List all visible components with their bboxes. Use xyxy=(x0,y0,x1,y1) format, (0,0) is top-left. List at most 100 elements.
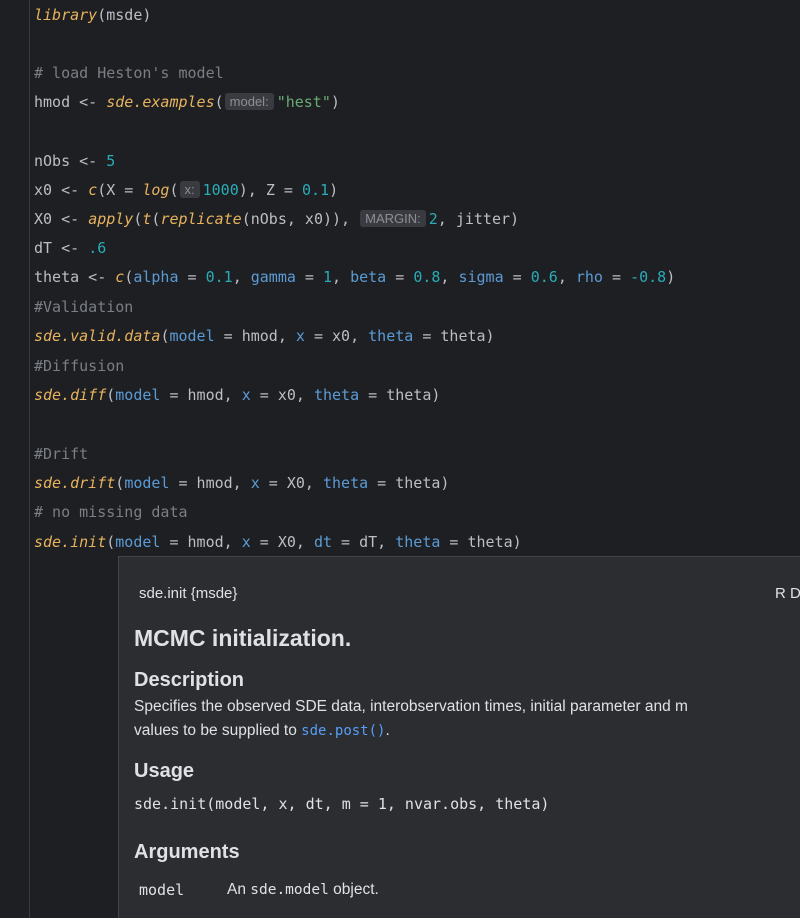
code-comment: # load Heston's model xyxy=(34,64,224,82)
named-argument: beta xyxy=(350,268,387,286)
code-text: = theta) xyxy=(368,474,450,492)
code-line-17[interactable]: sde.drift(model = hmod, x = X0, theta = … xyxy=(34,472,449,494)
code-line-19[interactable]: sde.init(model = hmod, x = X0, dt = dT, … xyxy=(34,531,522,553)
code-line-14[interactable]: sde.diff(model = hmod, x = x0, theta = t… xyxy=(34,384,440,406)
named-argument: model xyxy=(124,474,170,492)
code-text: = X0, xyxy=(250,533,314,551)
function-call: c xyxy=(88,181,98,199)
code-text: X0 <- xyxy=(34,210,89,228)
function-call: log xyxy=(142,181,170,199)
code-line-7[interactable]: x0 <- c(X = log(x: 1000), Z = 0.1) xyxy=(34,179,338,201)
code-text: = theta) xyxy=(413,327,495,345)
code-line-16[interactable]: #Drift xyxy=(34,443,88,465)
code-text: ( xyxy=(115,474,125,492)
code-line-8[interactable]: X0 <- apply(t(replicate(nObs, x0)), MARG… xyxy=(34,208,519,230)
code-text: = xyxy=(386,268,414,286)
code-line-12[interactable]: sde.valid.data(model = hmod, x = x0, the… xyxy=(34,325,495,347)
number-literal: 1000 xyxy=(202,181,239,199)
code-comment: #Drift xyxy=(34,445,89,463)
code-text: = xyxy=(602,268,631,286)
named-argument: rho xyxy=(575,268,603,286)
named-argument: alpha xyxy=(133,268,179,286)
code-text: (X = xyxy=(97,181,143,199)
parameter-hint: model: xyxy=(224,93,274,110)
code-line-9[interactable]: dT <- .6 xyxy=(34,237,106,259)
code-line-1[interactable]: library(msde) xyxy=(34,4,151,26)
function-call: library xyxy=(34,6,98,24)
named-argument: theta xyxy=(368,327,414,345)
named-argument: sigma xyxy=(458,268,504,286)
doc-usage-heading: Usage xyxy=(134,760,195,782)
code-text: x0 <- xyxy=(34,181,89,199)
editor-gutter xyxy=(0,0,30,918)
code-text: , xyxy=(232,268,251,286)
number-literal: 2 xyxy=(428,210,438,228)
code-text: = x0, xyxy=(250,386,314,404)
number-literal: .6 xyxy=(88,239,107,257)
code-text: = xyxy=(503,268,531,286)
code-editor[interactable]: library(msde) # load Heston's model hmod… xyxy=(0,0,800,918)
named-argument: x xyxy=(241,386,251,404)
code-text: ( xyxy=(124,268,134,286)
parameter-hint: MARGIN: xyxy=(360,210,426,227)
function-call: sde.init xyxy=(34,533,107,551)
code-text: = X0, xyxy=(259,474,323,492)
function-call: sde.examples xyxy=(106,93,215,111)
doc-text: values to be supplied to xyxy=(134,722,302,739)
code-text: = hmod, xyxy=(169,474,251,492)
named-argument: model xyxy=(115,386,161,404)
code-text: = xyxy=(295,268,323,286)
named-argument: x xyxy=(295,327,305,345)
code-text: nObs <- xyxy=(34,152,107,170)
code-text: ) xyxy=(329,181,339,199)
code-text: , jitter) xyxy=(437,210,520,228)
code-line-3[interactable]: # load Heston's model xyxy=(34,62,224,84)
code-line-13[interactable]: #Diffusion xyxy=(34,355,124,377)
code-line-6[interactable]: nObs <- 5 xyxy=(34,150,115,172)
doc-description-heading: Description xyxy=(134,669,245,691)
number-literal: -0.8 xyxy=(630,268,667,286)
number-literal: 1 xyxy=(323,268,333,286)
named-argument: theta xyxy=(323,474,369,492)
named-argument: model xyxy=(169,327,215,345)
code-text: = hmod, xyxy=(160,386,242,404)
doc-arg-description: An sde.model object. xyxy=(227,881,379,899)
string-literal: "hest" xyxy=(276,93,331,111)
code-line-4[interactable]: hmod <- sde.examples(model: "hest") xyxy=(34,91,340,113)
doc-description-line1: Specifies the observed SDE data, interob… xyxy=(134,698,688,715)
named-argument: theta xyxy=(395,533,441,551)
doc-text: . xyxy=(385,722,390,739)
function-call: sde.drift xyxy=(34,474,116,492)
named-argument: x xyxy=(241,533,251,551)
doc-usage-code: sde.init(model, x, dt, m = 1, nvar.obs, … xyxy=(134,795,550,813)
code-text: (msde) xyxy=(97,6,152,24)
doc-description-line2: values to be supplied to sde.post(). xyxy=(134,719,390,743)
named-argument: dt xyxy=(313,533,333,551)
code-text: (nObs, x0)), xyxy=(241,210,360,228)
code-comment: #Diffusion xyxy=(34,357,125,375)
doc-title: MCMC initialization. xyxy=(134,625,352,651)
code-line-18[interactable]: # no missing data xyxy=(34,501,188,523)
documentation-popup[interactable]: sde.init {msde} R D MCMC initialization.… xyxy=(118,556,800,918)
code-text: ), Z = xyxy=(238,181,302,199)
code-line-11[interactable]: #Validation xyxy=(34,296,133,318)
code-text: theta <- xyxy=(34,268,116,286)
code-text: dT <- xyxy=(34,239,89,257)
doc-arguments-heading: Arguments xyxy=(134,841,240,863)
code-text: = xyxy=(178,268,206,286)
sde-post-link[interactable]: sde.post() xyxy=(301,723,385,739)
code-text: ( xyxy=(106,386,116,404)
function-call: sde.diff xyxy=(34,386,107,404)
code-text: , xyxy=(557,268,576,286)
code-comment: #Validation xyxy=(34,298,134,316)
number-literal: 0.6 xyxy=(530,268,558,286)
function-call: replicate xyxy=(160,210,242,228)
code-line-10[interactable]: theta <- c(alpha = 0.1, gamma = 1, beta … xyxy=(34,266,675,288)
doc-header-right: R D xyxy=(775,585,800,602)
code-text: = dT, xyxy=(332,533,396,551)
named-argument: x xyxy=(250,474,260,492)
code-text: ) xyxy=(666,268,676,286)
code-text: , xyxy=(440,268,459,286)
named-argument: model xyxy=(115,533,161,551)
code-text: hmod <- xyxy=(34,93,107,111)
